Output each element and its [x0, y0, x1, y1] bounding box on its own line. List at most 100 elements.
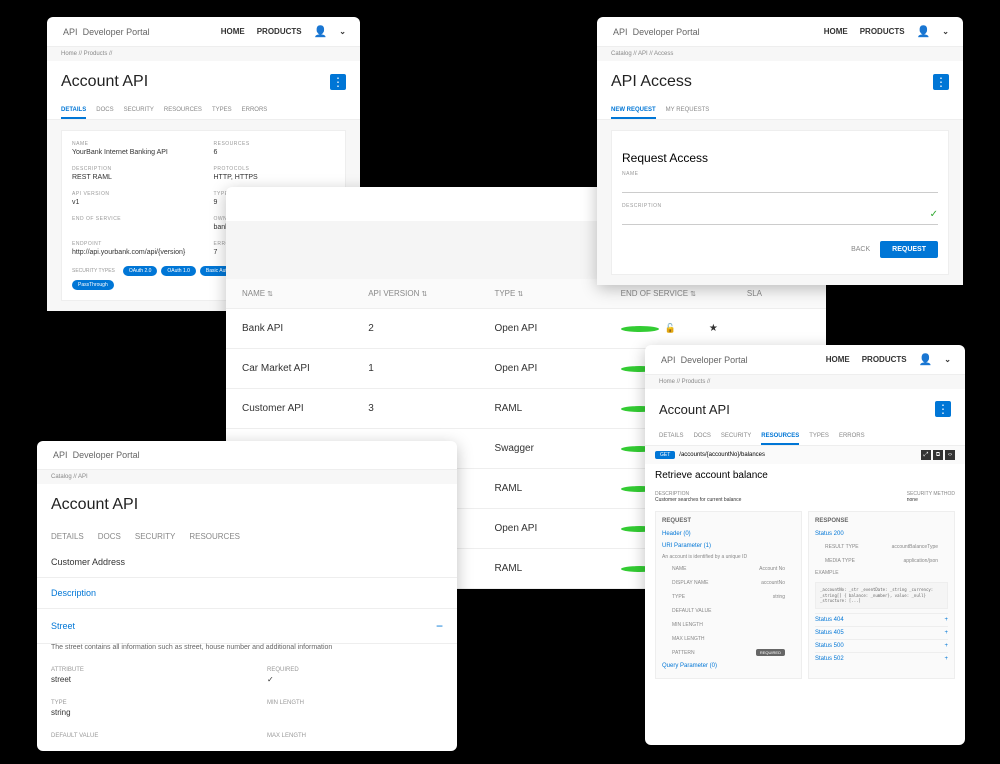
tab[interactable]: DOCS [694, 429, 711, 445]
nav-home[interactable]: HOME [824, 27, 848, 36]
tab-resources[interactable]: RESOURCES [189, 526, 240, 547]
header-section[interactable]: Header (0) [662, 528, 795, 540]
user-icon[interactable]: 👤 [314, 25, 328, 38]
col-version[interactable]: API VERSION⇅ [368, 289, 494, 298]
copy-icon[interactable]: ⧉ [933, 450, 943, 460]
breadcrumb: Catalog // API // Access [597, 47, 963, 61]
tab-errors[interactable]: ERRORS [242, 103, 268, 119]
col-type[interactable]: TYPE⇅ [494, 289, 620, 298]
tab[interactable]: SECURITY [721, 429, 751, 445]
status-cell: 🔓★ [621, 323, 747, 334]
tab-new-request[interactable]: NEW REQUEST [611, 103, 656, 119]
tabs: DETAILS DOCS SECURITY RESOURCES TYPES ER… [47, 103, 360, 120]
tab-details[interactable]: DETAILS [61, 103, 86, 119]
api-version: 2 [368, 323, 494, 334]
tab[interactable]: ERRORS [839, 429, 865, 445]
plus-icon: + [944, 630, 948, 636]
unlock-icon: 🔓 [665, 323, 703, 334]
col-name[interactable]: NAME⇅ [242, 289, 368, 298]
status-row[interactable]: Status 502+ [815, 652, 948, 665]
list-item[interactable]: Customer Address [37, 547, 457, 578]
header: API Developer Portal HOME PRODUCTS 👤 ⌄ [645, 345, 965, 375]
tab-types[interactable]: TYPES [212, 103, 232, 119]
collapse-icon[interactable]: − [436, 619, 443, 633]
col-sla[interactable]: SLA [747, 289, 810, 298]
tab-details[interactable]: DETAILS [51, 526, 84, 547]
tab-my-requests[interactable]: MY REQUESTS [666, 103, 710, 119]
chevron-down-icon[interactable]: ⌄ [942, 27, 949, 36]
code-icon[interactable]: ‹› [945, 450, 955, 460]
table-row[interactable]: Bank API 2 Open API 🔓★ [226, 309, 826, 349]
street-description: The street contains all information such… [37, 644, 457, 659]
logo: API Developer Portal [61, 26, 150, 38]
page-title: Account API [61, 73, 148, 91]
status-200[interactable]: Status 200 [815, 528, 948, 540]
tab-docs[interactable]: DOCS [96, 103, 113, 119]
account-api-resources-card: API Developer Portal Catalog // API Acco… [37, 441, 457, 751]
status-row[interactable]: Status 404+ [815, 613, 948, 626]
check-icon: ✓ [930, 209, 938, 220]
status-row[interactable]: Status 405+ [815, 626, 948, 639]
street-row[interactable]: Street− [37, 609, 457, 644]
api-name: Bank API [242, 323, 368, 334]
tab-docs[interactable]: DOCS [98, 526, 121, 547]
section-title: Request Access [622, 141, 938, 171]
status-dot-icon [621, 326, 659, 332]
tab-security[interactable]: SECURITY [124, 103, 154, 119]
more-menu-icon[interactable]: ⋮ [330, 74, 346, 90]
logo: API Developer Portal [611, 26, 700, 38]
breadcrumb: Catalog // API [37, 470, 457, 484]
chevron-down-icon[interactable]: ⌄ [944, 355, 951, 364]
chip[interactable]: PassThrough [72, 280, 114, 290]
more-menu-icon[interactable]: ⋮ [935, 401, 951, 417]
col-eos[interactable]: END OF SERVICE⇅ [621, 289, 747, 298]
api-name: Customer API [242, 403, 368, 414]
user-icon[interactable]: 👤 [917, 25, 931, 38]
resource-detail-card: API Developer Portal HOME PRODUCTS 👤 ⌄ H… [645, 345, 965, 745]
page-title: Account API [51, 496, 138, 514]
expand-icon[interactable]: ⤢ [921, 450, 931, 460]
method-badge: GET [655, 451, 675, 459]
star-icon[interactable]: ★ [709, 323, 747, 334]
nav-products[interactable]: PRODUCTS [862, 355, 907, 364]
plus-icon: + [944, 656, 948, 662]
page-title: Account API [659, 402, 730, 417]
name-input[interactable] [622, 179, 938, 193]
more-menu-icon[interactable]: ⋮ [933, 74, 949, 90]
list-item[interactable]: Description [37, 578, 457, 609]
tab[interactable]: RESOURCES [761, 429, 799, 445]
chevron-down-icon[interactable]: ⌄ [339, 27, 346, 36]
tab-security[interactable]: SECURITY [135, 526, 175, 547]
tab[interactable]: TYPES [809, 429, 829, 445]
tabs: DETAILS DOCS SECURITY RESOURCES [37, 526, 457, 547]
tab[interactable]: DETAILS [659, 429, 684, 445]
status-row[interactable]: Status 500+ [815, 639, 948, 652]
nav-home[interactable]: HOME [826, 355, 850, 364]
description-input[interactable]: ✓ [622, 211, 938, 225]
query-param-section[interactable]: Query Parameter (0) [662, 660, 795, 672]
api-type: RAML [494, 563, 620, 574]
nav-products[interactable]: PRODUCTS [257, 27, 302, 36]
page-title: API Access [611, 73, 692, 91]
nav-home[interactable]: HOME [221, 27, 245, 36]
section-title: Retrieve account balance [645, 464, 965, 487]
api-access-card: API Developer Portal HOME PRODUCTS 👤 ⌄ C… [597, 17, 963, 285]
chip[interactable]: OAuth 1.0 [161, 266, 196, 276]
api-type: Open API [494, 323, 620, 334]
logo: API Developer Portal [659, 354, 748, 366]
nav-products[interactable]: PRODUCTS [860, 27, 905, 36]
logo: API Developer Portal [51, 449, 140, 461]
breadcrumb: Home // Products // [47, 47, 360, 61]
api-version: 3 [368, 403, 494, 414]
check-icon: ✓ [267, 675, 443, 684]
chip[interactable]: OAuth 2.0 [123, 266, 158, 276]
uri-param-section[interactable]: URI Parameter (1) [662, 540, 795, 552]
api-type: Open API [494, 523, 620, 534]
back-button[interactable]: BACK [851, 246, 870, 253]
endpoint-path: /accounts/{accountNo}/balances [679, 452, 765, 458]
tab-resources[interactable]: RESOURCES [164, 103, 202, 119]
header: API Developer Portal HOME PRODUCTS 👤 ⌄ [47, 17, 360, 47]
user-icon[interactable]: 👤 [919, 353, 933, 366]
api-type: RAML [494, 403, 620, 414]
request-button[interactable]: REQUEST [880, 241, 938, 258]
